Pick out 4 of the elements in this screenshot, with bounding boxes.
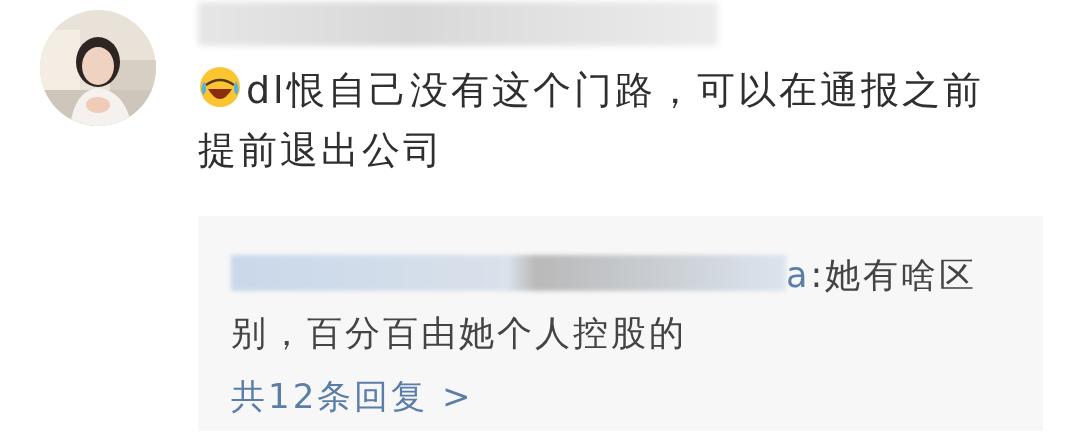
reply-text: a:她有啥区别，百分百由她个人控股的	[231, 254, 979, 355]
comment-text: dl恨自己没有这个门路，可以在通报之前提前退出公司	[198, 60, 998, 180]
more-replies-link[interactable]: 共12条回复 >	[231, 374, 474, 420]
laughing-emoji-icon	[198, 65, 242, 109]
